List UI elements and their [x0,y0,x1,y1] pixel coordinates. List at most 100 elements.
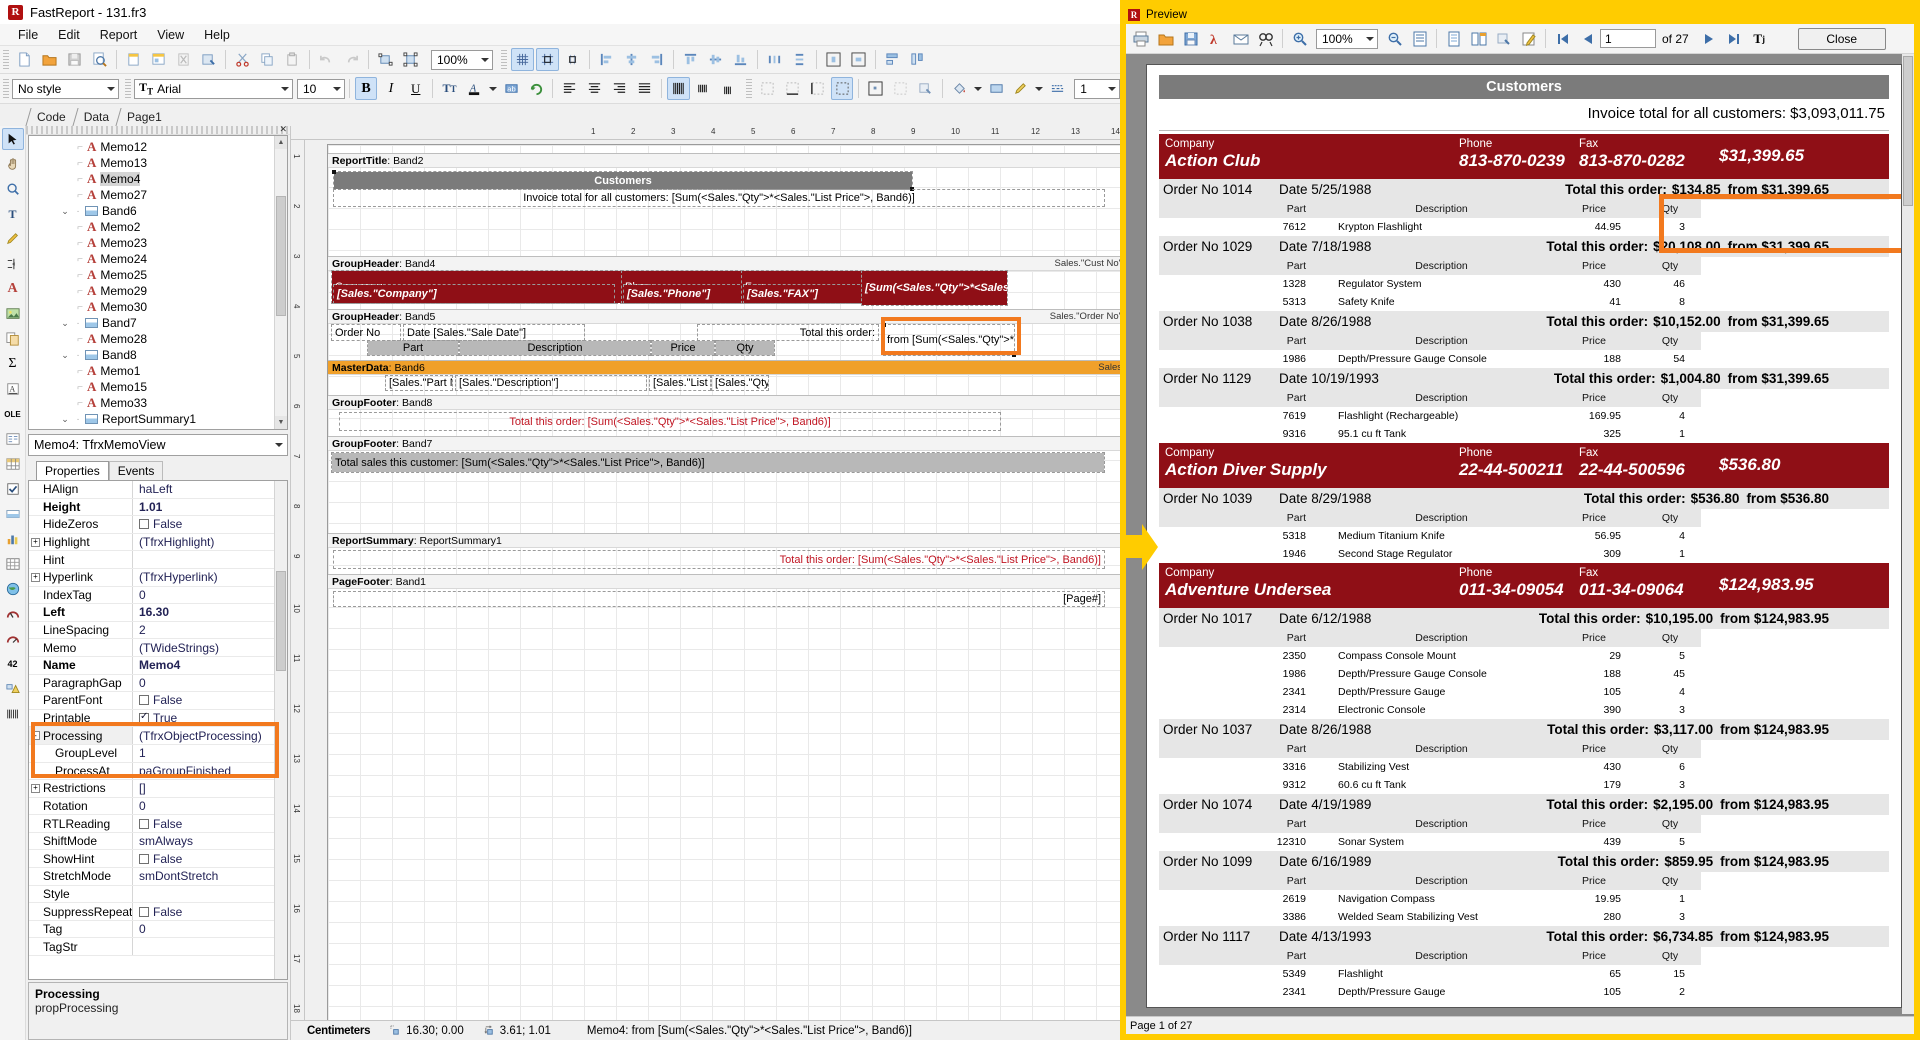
property-row[interactable]: -Processing(TfrxObjectProcessing) [29,727,287,745]
memo-object[interactable]: [Sales."Phone"] [624,285,744,303]
table-object-icon[interactable] [2,453,24,475]
border-all-icon[interactable] [831,77,854,100]
show-grid-icon[interactable] [511,48,534,71]
property-value[interactable]: False [133,905,287,919]
report-band[interactable]: GroupFooter: Band7Total sales this custo… [328,436,1120,475]
property-row[interactable]: IndexTag0 [29,587,287,605]
property-row[interactable]: +Highlight(TfrxHighlight) [29,534,287,552]
new-document-icon[interactable] [13,48,36,71]
tree-memo-node[interactable]: ⌐AMemo24 [29,251,287,267]
insert-band-icon[interactable] [2,253,24,275]
tree-memo-node[interactable]: ⌐AMemo25 [29,267,287,283]
memo-object[interactable]: from [Sum(<Sales."Qty">*<Sales."List Pri… [884,325,1014,355]
property-row[interactable]: GroupLevel1 [29,745,287,763]
check-object-icon[interactable] [2,478,24,500]
memo-object[interactable]: Total this order: [Sum(<Sales."Qty">*<Sa… [340,413,1000,430]
property-row[interactable]: Tag0 [29,921,287,939]
font-color-icon[interactable]: A [463,77,486,100]
property-value[interactable]: False [133,817,287,831]
memo-object[interactable]: Order No [332,325,400,340]
center-horizontally-icon[interactable] [822,48,845,71]
memo-object[interactable]: [Sales."Part No"] [386,376,452,390]
band-header[interactable]: MasterData: Band6Sales [328,360,1120,375]
copy-icon[interactable] [256,48,279,71]
toolbar-grip[interactable] [501,50,507,70]
checkbox-icon[interactable] [139,854,149,864]
ungroup-icon[interactable] [399,48,422,71]
center-vertically-icon[interactable] [847,48,870,71]
property-value[interactable]: 1.01 [133,500,287,514]
bold-button[interactable]: B [355,77,378,100]
last-page-icon[interactable] [1723,27,1746,50]
page-number-input[interactable]: 1 [1600,29,1656,48]
band-body[interactable]: Company[Sales."Company"]Phone[Sales."Pho… [328,271,1120,307]
fill-color-icon[interactable] [948,77,971,100]
scroll-down-icon[interactable]: ▼ [275,416,287,429]
checkbox-object-icon[interactable] [2,428,24,450]
memo-object[interactable]: [Sales."Description"] [456,376,646,390]
band-body[interactable]: Total this order: [Sum(<Sales."Qty">*<Sa… [328,548,1120,572]
property-row[interactable]: +Restrictions[] [29,780,287,798]
line-width-combo[interactable]: 1 [1074,79,1120,99]
barcode-icon[interactable] [2,703,24,725]
space-horizontally-icon[interactable] [763,48,786,71]
property-row[interactable]: Rotation0 [29,798,287,816]
memo-object[interactable]: Description [460,341,650,355]
align-center-icon[interactable] [620,48,643,71]
zoom-magnifier-icon[interactable] [2,178,24,200]
sum-object-icon[interactable]: Σ [2,353,24,375]
expander-icon[interactable]: + [31,538,40,547]
undo-icon[interactable] [315,48,338,71]
property-row[interactable]: ProcessAtpaGroupFinished [29,763,287,781]
hand-pan-icon[interactable] [2,153,24,175]
next-page-icon[interactable] [1698,27,1721,50]
tree-memo-node[interactable]: ⌐AMemo27 [29,187,287,203]
memo-object[interactable]: Total this order: [698,325,878,340]
menu-view[interactable]: View [147,26,194,44]
tree-memo-node[interactable]: ⌐AMemo1 [29,363,287,379]
memo-object[interactable]: [Sales."FAX"] [744,285,864,303]
gauge2-icon[interactable] [2,628,24,650]
memo-object[interactable]: [Sum(<Sales."Qty">*<Sales."List Price">,… [862,271,1007,305]
property-row[interactable]: HideZerosFalse [29,516,287,534]
chevron-down-icon[interactable] [1034,77,1044,100]
property-row[interactable]: +Hyperlink(TfrxHyperlink) [29,569,287,587]
preview-scroll-thumb[interactable] [1903,56,1913,206]
picture-object-icon[interactable] [2,303,24,325]
tree-memo-node[interactable]: ⌐AMemo29 [29,283,287,299]
same-width-icon[interactable] [881,48,904,71]
close-button[interactable]: Close [1798,28,1886,50]
toolbar-grip[interactable] [746,79,752,99]
select-arrow-icon[interactable] [2,128,24,150]
property-row[interactable]: Hint [29,551,287,569]
property-scroll-thumb[interactable] [276,571,286,671]
valign-middle-icon[interactable] [692,77,715,100]
chevron-down-icon[interactable]: ⌄ [59,206,71,217]
frame-color-icon[interactable] [985,77,1008,100]
band-header[interactable]: ReportSummary: ReportSummary1 [328,533,1120,548]
delete-page-icon[interactable] [172,48,195,71]
preview-page[interactable]: CustomersInvoice total for all customers… [1146,64,1902,1008]
property-value[interactable]: False [133,517,287,531]
tab-properties[interactable]: Properties [36,461,109,480]
property-value[interactable]: 1 [133,746,287,760]
property-row[interactable]: LineSpacing2 [29,622,287,640]
close-icon[interactable]: ✕ [279,125,287,134]
export-pdf-icon[interactable]: λ [1204,27,1227,50]
border-edit-icon[interactable] [914,77,937,100]
band-body[interactable]: [Sales."Part No"][Sales."Description"][S… [328,375,1120,393]
property-row[interactable]: ParentFontFalse [29,692,287,710]
report-band[interactable]: MasterData: Band6Sales[Sales."Part No"] [… [328,360,1120,393]
object-inspector-selector[interactable]: Memo4: TfrxMemoView [28,434,288,456]
snap-to-grid-icon[interactable] [536,48,559,71]
font-combo[interactable]: TT Arial [134,79,293,99]
chart-object-icon[interactable] [2,528,24,550]
checkbox-icon[interactable] [139,713,149,723]
group-icon[interactable] [374,48,397,71]
band-body[interactable]: [Page#] [328,589,1120,611]
band-body[interactable]: CustomersInvoice total for all customers… [328,168,1120,212]
menu-report[interactable]: Report [90,26,148,44]
memo-object[interactable]: Qty [716,341,774,355]
report-page[interactable]: ReportTitle: Band2CustomersInvoice total… [327,144,1120,1020]
tree-memo-node[interactable]: ⌐AMemo13 [29,155,287,171]
